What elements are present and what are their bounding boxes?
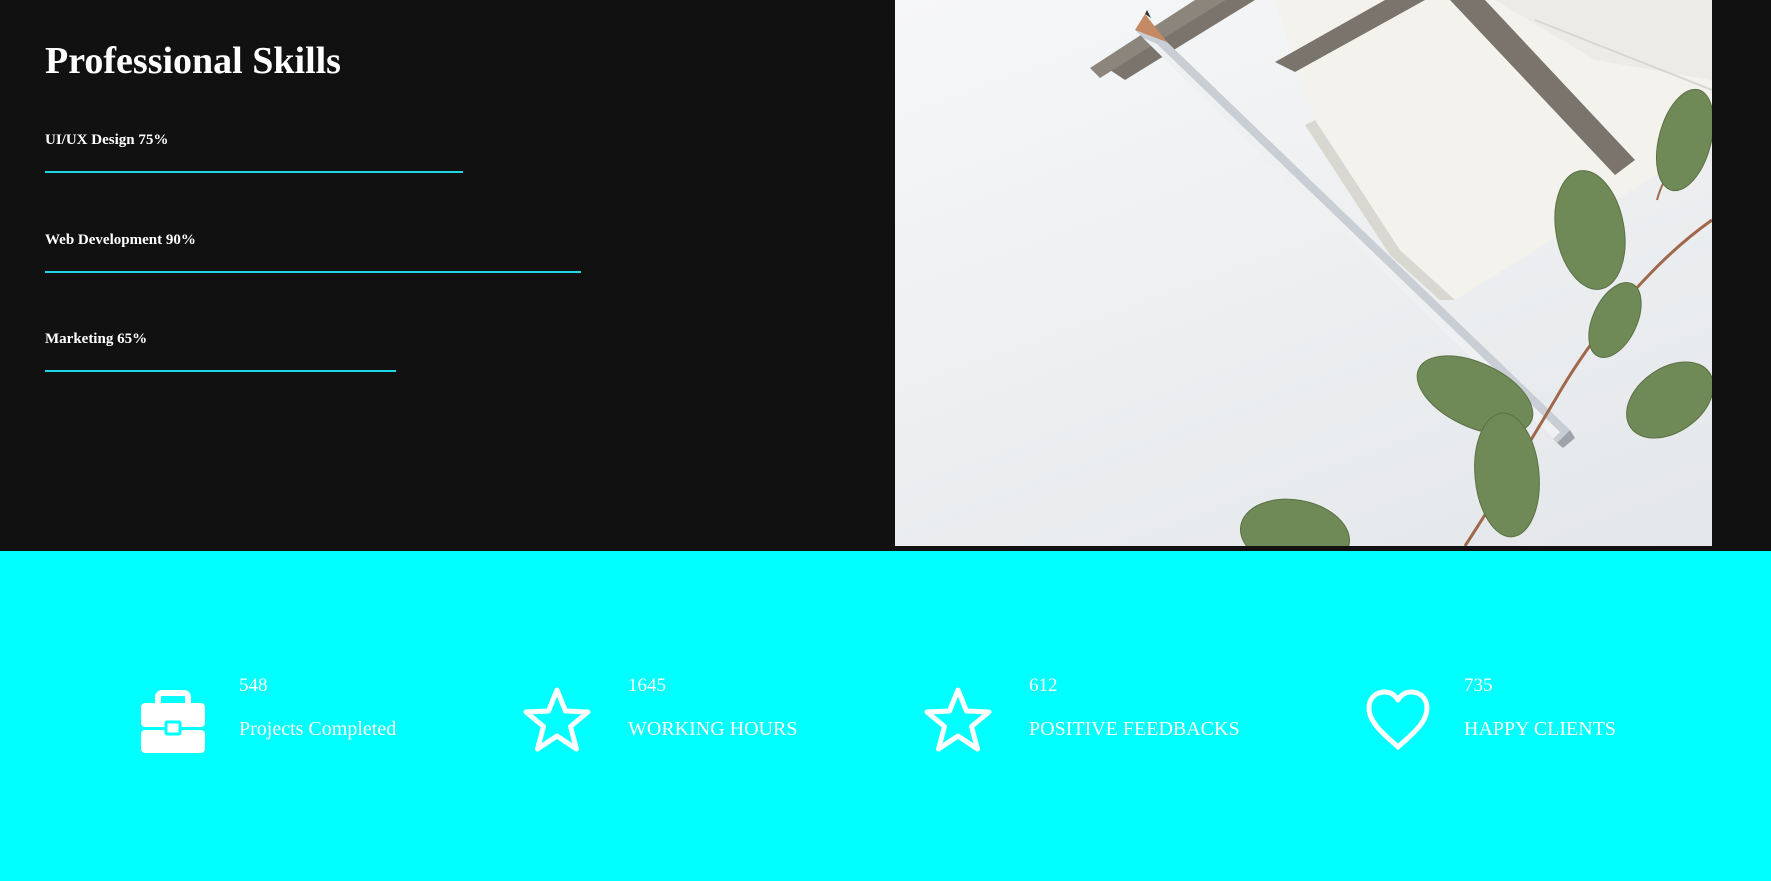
skill-item-marketing: Marketing 65% <box>45 330 745 380</box>
skills-section: Professional Skills UI/UX Design 75% Web… <box>0 0 1771 551</box>
star-icon <box>924 687 992 752</box>
skill-progress-bar <box>45 370 396 372</box>
stat-label: POSITIVE FEEDBACKS <box>1029 718 1240 740</box>
stat-number: 548 <box>239 675 268 696</box>
skill-label: Web Development 90% <box>45 232 196 248</box>
skill-label: Marketing 65% <box>45 331 148 347</box>
desk-photo-illustration <box>1090 0 1712 546</box>
skills-title: Professional Skills <box>45 40 341 82</box>
skill-item-web-development: Web Development 90% <box>45 231 745 281</box>
skill-item-ui-ux: UI/UX Design 75% <box>45 131 745 181</box>
skill-label: UI/UX Design 75% <box>45 132 169 148</box>
skill-progress-bar <box>45 271 581 273</box>
briefcase-icon <box>141 690 205 753</box>
heart-icon <box>1366 689 1430 750</box>
skill-progress-bar <box>45 171 463 173</box>
stats-section: 548 Projects Completed 1645 WORKING HOUR… <box>0 551 1771 881</box>
star-icon <box>523 687 591 752</box>
desk-photo <box>895 0 1712 546</box>
stat-label: WORKING HOURS <box>628 718 798 740</box>
stat-number: 1645 <box>628 675 666 696</box>
stat-number: 612 <box>1029 675 1058 696</box>
stat-label: Projects Completed <box>239 718 397 740</box>
stat-number: 735 <box>1464 675 1493 696</box>
stat-label: HAPPY CLIENTS <box>1464 718 1617 740</box>
